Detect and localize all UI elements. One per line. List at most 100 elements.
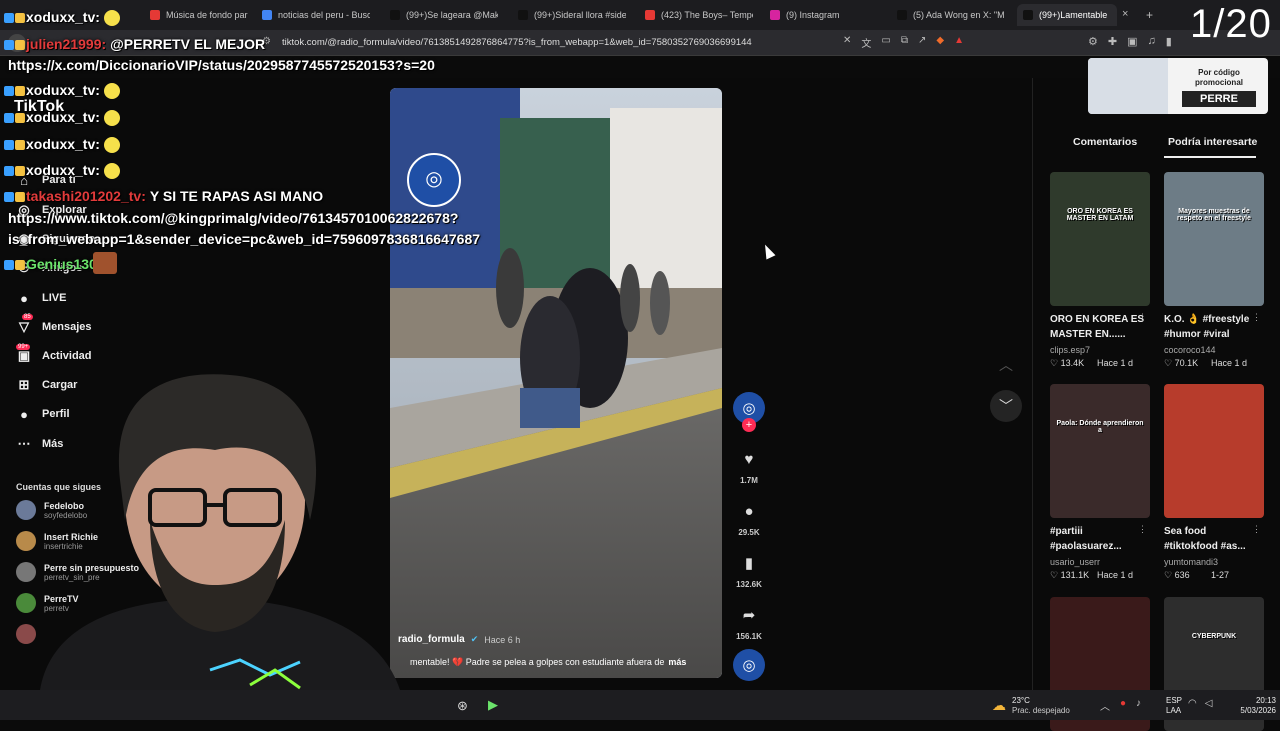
save-button[interactable]: ▮ 132.6K (733, 548, 765, 589)
tab-podria-interesarte[interactable]: Podría interesarte (1168, 136, 1257, 148)
sidebar-toggle-icon[interactable]: ▮ (1166, 35, 1172, 48)
brave-shield-icon[interactable]: ◆ (936, 35, 944, 50)
card-author[interactable]: yumtomandi3 (1164, 557, 1218, 567)
tray-icons: ︿ ● ♪ (1100, 698, 1141, 713)
browser-tab[interactable]: (9) Instagram (770, 4, 878, 26)
card-date: 1-27 (1211, 570, 1230, 580)
cast-icon[interactable]: ⧉ (901, 35, 908, 50)
music-icon[interactable]: ♫ (1148, 35, 1156, 48)
translate-icon[interactable]: 文 (861, 35, 871, 50)
card-title[interactable]: #humor #viral (1164, 327, 1230, 342)
card-likes-value: 13.4K (1060, 358, 1085, 368)
tab-comentarios[interactable]: Comentarios (1073, 136, 1137, 148)
card-title[interactable]: K.O. 👌 #freestyle (1164, 312, 1249, 327)
mic-icon[interactable]: ♪ (1136, 698, 1141, 713)
sidebar-item[interactable]: ▣ Actividad (16, 348, 92, 364)
tab-favicon-icon (645, 10, 655, 20)
taskbar-app-icon[interactable]: ⊛ (457, 698, 468, 714)
card-more-icon[interactable]: ⋮ (1252, 312, 1261, 323)
messages-badge: 85 (22, 314, 33, 320)
lang-layout[interactable]: LAA (1166, 706, 1181, 715)
sidebar-item[interactable]: ▽ Mensajes (16, 319, 92, 335)
share-icon: ➦ (742, 607, 756, 624)
toolbar-icons: ⚙ ✚ ▣ ♫ ▮ (1088, 35, 1172, 48)
lang-code[interactable]: ESP (1166, 696, 1182, 705)
share-button[interactable]: ➦ 156.1K (733, 600, 765, 641)
card-more-icon[interactable]: ⋮ (1138, 312, 1147, 323)
screen-icon[interactable]: ▭ (881, 35, 890, 50)
card-author[interactable]: usario_userr (1050, 557, 1100, 567)
prev-video-button[interactable]: ︿ (990, 349, 1022, 381)
browser-tab[interactable]: (99+)Sideral llora #sideral (518, 4, 626, 26)
tiktok-logo[interactable]: TikTok (14, 98, 64, 116)
browser-tab[interactable]: Música de fondo par (150, 4, 258, 26)
card-title[interactable]: #paolasuarez... (1050, 539, 1122, 554)
chat-username: xoduxx_tv: (26, 9, 100, 25)
tab-title: (99+)Lamentable (1039, 10, 1108, 20)
chat-badge-icon (15, 40, 25, 51)
sidebar-item[interactable]: ● LIVE (16, 290, 66, 306)
comment-button[interactable]: ● 29.5K (733, 496, 765, 538)
browser-tab[interactable]: (99+)Lamentable (1017, 4, 1117, 26)
rewards-icon[interactable]: ▲ (954, 35, 964, 50)
chat-username: xoduxx_tv: (26, 136, 100, 152)
chat-username: julien21999: (26, 36, 107, 52)
chat-badge-icon (15, 86, 25, 97)
card-title[interactable]: #tiktokfood #as... (1164, 539, 1246, 554)
video-player[interactable]: ◎ (390, 88, 722, 678)
browser-tab[interactable]: (99+)Se lageara @Makana (390, 4, 498, 26)
card-more-icon[interactable]: ⋮ (1252, 524, 1261, 535)
browser-tab[interactable]: (423) The Boys– Temporad (645, 4, 753, 26)
video-thumbnail[interactable]: Mayores muestras de respeto en el freest… (1164, 172, 1264, 306)
thumbnail-text: Mayores muestras de respeto en el freest… (1177, 208, 1251, 222)
card-title[interactable]: Sea food (1164, 524, 1206, 539)
tab-favicon-icon (390, 10, 400, 20)
streamer-webcam (40, 374, 400, 690)
chat-badge-icon (4, 113, 14, 124)
browser-tab[interactable]: noticias del peru - Buscar (262, 4, 370, 26)
weather-desc: Prac. despejado (1012, 706, 1070, 715)
wallet-icon[interactable]: ▣ (1127, 35, 1137, 48)
save-icon: ▮ (744, 555, 754, 572)
card-title[interactable]: ORO EN KOREA ES (1050, 312, 1144, 327)
volume-icon[interactable]: ◁ (1205, 698, 1213, 709)
sound-disc-icon[interactable]: ◎ (733, 649, 765, 681)
chat-badge-icon (4, 260, 14, 271)
next-video-button[interactable]: ﹀ (990, 390, 1022, 422)
card-likes-value: 70.1K (1174, 358, 1199, 368)
follow-plus-icon[interactable]: + (742, 418, 756, 432)
reader-mode-icon[interactable]: ✕ (843, 35, 851, 50)
chat-text: @PERRETV EL MEJOR (110, 36, 266, 52)
puzzle-icon[interactable]: ✚ (1108, 35, 1117, 48)
card-author[interactable]: clips.esp7 (1050, 345, 1090, 355)
activity-badge: 99+ (16, 344, 31, 350)
tray-chevron-icon[interactable]: ︿ (1100, 698, 1110, 713)
wifi-icon[interactable]: ◠ (1188, 698, 1197, 709)
card-author[interactable]: cocoroco144 (1164, 345, 1216, 355)
card-title[interactable]: #partiii (1050, 524, 1083, 539)
taskbar-app-icon-2[interactable]: ▶ (488, 697, 498, 713)
video-thumbnail[interactable]: ORO EN KOREA ES MASTER EN LATAM (1050, 172, 1150, 306)
promo-code: PERRE (1182, 91, 1256, 107)
clock-date[interactable]: 5/03/2026 (1226, 706, 1276, 715)
card-title[interactable]: MASTER EN...... (1050, 327, 1126, 342)
chat-badge-icon (4, 86, 14, 97)
card-more-icon[interactable]: ⋮ (1138, 524, 1147, 535)
video-thumbnail[interactable]: Paola: Dónde aprendieron a (1050, 384, 1150, 518)
card-date: Hace 1 d (1211, 358, 1248, 368)
like-button[interactable]: ♥ 1.7M (733, 444, 765, 486)
url-field[interactable]: tiktok.com/@radio_formula/video/76138514… (282, 37, 752, 48)
chat-message: is_from_webapp=1&sender_device=pc&web_id… (4, 231, 480, 247)
caption-more-link[interactable]: más (668, 657, 686, 668)
like-count: 1.7M (740, 476, 758, 485)
clock-time[interactable]: 20:13 (1226, 696, 1276, 705)
promo-image (1088, 58, 1168, 114)
share-icon[interactable]: ↗ (918, 35, 926, 50)
extensions-icon[interactable]: ⚙ (1088, 35, 1098, 48)
tray-app-icon[interactable]: ● (1120, 698, 1126, 713)
new-tab-button[interactable]: + (1146, 8, 1153, 22)
browser-tab[interactable]: (5) Ada Wong en X: "Mam (897, 4, 1005, 26)
heart-icon: ♡ (1050, 570, 1061, 580)
video-thumbnail[interactable] (1164, 384, 1264, 518)
close-tab-icon[interactable]: × (1122, 8, 1128, 20)
